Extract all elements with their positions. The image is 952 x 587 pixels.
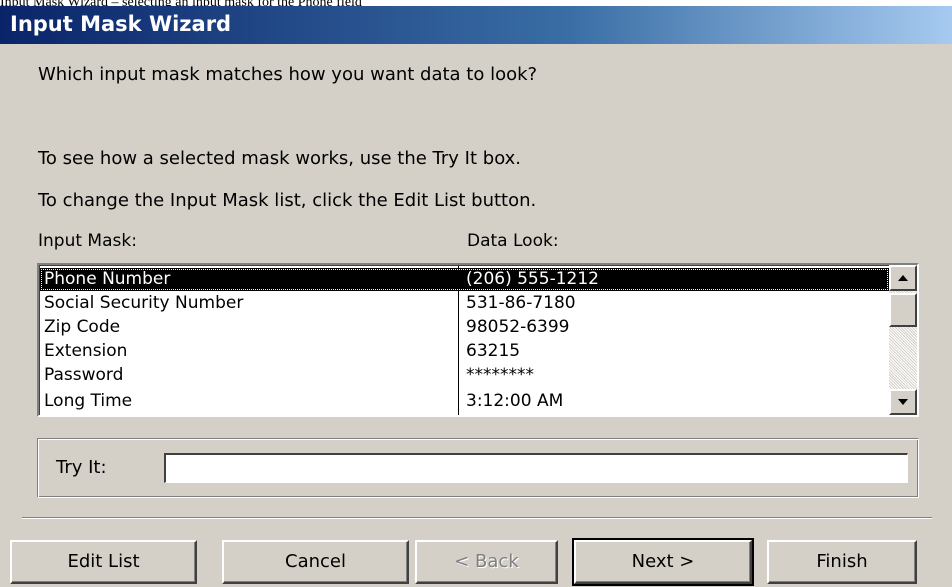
list-item-look: 63215 (466, 341, 521, 361)
scroll-down-arrow-icon (898, 399, 908, 405)
button-separator (22, 517, 932, 519)
list-item-extension[interactable]: Extension 63215 (40, 340, 889, 363)
input-mask-list-rows: Phone Number (206) 555-1212 Social Secur… (39, 265, 889, 415)
list-item-zip-code[interactable]: Zip Code 98052-6399 (40, 316, 889, 339)
list-item-look: ******** (466, 365, 534, 385)
next-button[interactable]: Next > (572, 538, 754, 586)
edit-list-hint-text: To change the Input Mask list, click the… (38, 190, 537, 211)
list-item-password[interactable]: Password ******** (40, 364, 889, 387)
try-it-group: Try It: (37, 438, 919, 498)
scroll-up-arrow-icon (898, 275, 908, 281)
list-item-mask: Long Time (44, 391, 133, 411)
data-look-column-header: Data Look: (467, 231, 559, 251)
list-item-long-time[interactable]: Long Time 3:12:00 AM (40, 390, 889, 413)
list-item-look: 3:12:00 AM (466, 391, 564, 411)
finish-button[interactable]: Finish (767, 540, 917, 584)
try-it-input[interactable] (164, 453, 908, 483)
window-title: Input Mask Wizard (10, 12, 232, 36)
scroll-up-button[interactable] (889, 265, 917, 291)
list-item-look: (206) 555-1212 (466, 269, 599, 289)
column-divider (458, 266, 459, 415)
list-item-mask: Extension (44, 341, 128, 361)
title-bar[interactable]: Input Mask Wizard (0, 6, 952, 44)
list-item-mask: Social Security Number (44, 293, 244, 313)
list-vertical-scrollbar[interactable] (889, 265, 917, 415)
list-item-look: 98052-6399 (466, 317, 570, 337)
cancel-button[interactable]: Cancel (222, 540, 409, 584)
list-item-look: 531-86-7180 (466, 293, 576, 313)
input-mask-list[interactable]: Phone Number (206) 555-1212 Social Secur… (37, 263, 919, 417)
tryit-hint-text: To see how a selected mask works, use th… (38, 148, 522, 169)
list-item-mask: Zip Code (44, 317, 121, 337)
try-it-label: Try It: (56, 457, 107, 478)
input-mask-wizard-window: Input Mask Wizard – selecting an input m… (0, 0, 952, 587)
list-item-social-security-number[interactable]: Social Security Number 531-86-7180 (40, 292, 889, 315)
edit-list-button[interactable]: Edit List (10, 540, 197, 584)
list-item-mask: Phone Number (44, 269, 171, 289)
scroll-down-button[interactable] (889, 389, 917, 415)
scroll-thumb[interactable] (889, 293, 917, 327)
input-mask-column-header: Input Mask: (38, 231, 137, 251)
back-button[interactable]: < Back (415, 540, 558, 584)
list-item-mask: Password (44, 365, 124, 385)
question-text: Which input mask matches how you want da… (38, 64, 538, 85)
list-item-phone-number[interactable]: Phone Number (206) 555-1212 (40, 268, 889, 291)
